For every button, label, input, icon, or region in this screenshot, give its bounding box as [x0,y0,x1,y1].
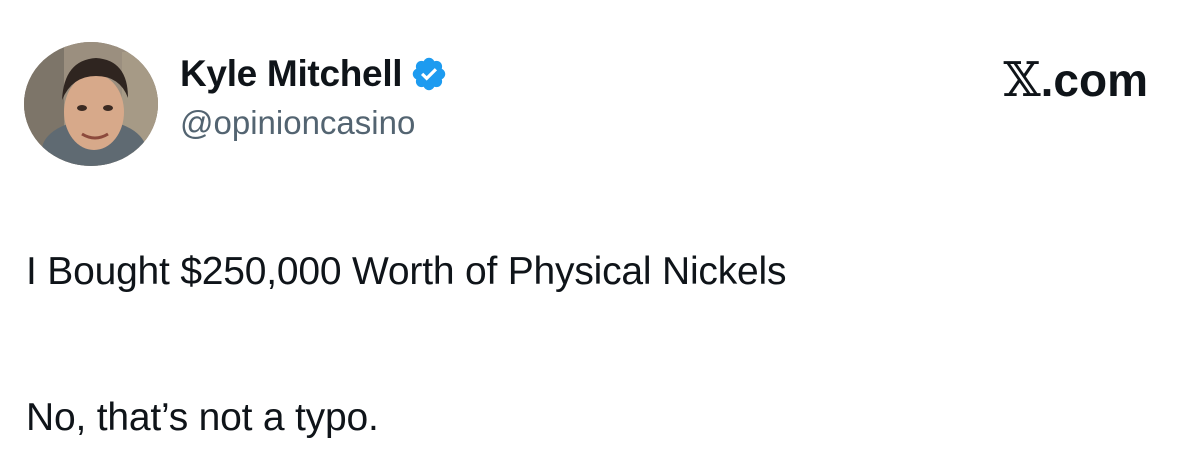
x-com-logo: 𝕏 .com [1003,52,1148,108]
name-row: Kyle Mitchell [180,48,448,100]
display-name[interactable]: Kyle Mitchell [180,53,403,95]
tweet-card: Kyle Mitchell @opinioncasino 𝕏 .com I Bou… [0,0,1200,464]
tweet-text-line-1: I Bought $250,000 Worth of Physical Nick… [26,250,787,293]
avatar[interactable] [24,42,158,166]
author-identity: Kyle Mitchell @opinioncasino [180,48,448,142]
user-handle[interactable]: @opinioncasino [180,104,448,142]
tweet-text-line-2: No, that’s not a typo. [26,396,379,439]
verified-badge-icon[interactable] [410,55,448,93]
avatar-photo [24,42,158,166]
site-domain-suffix: .com [1040,54,1148,106]
x-logo-icon: 𝕏 [1003,52,1041,108]
